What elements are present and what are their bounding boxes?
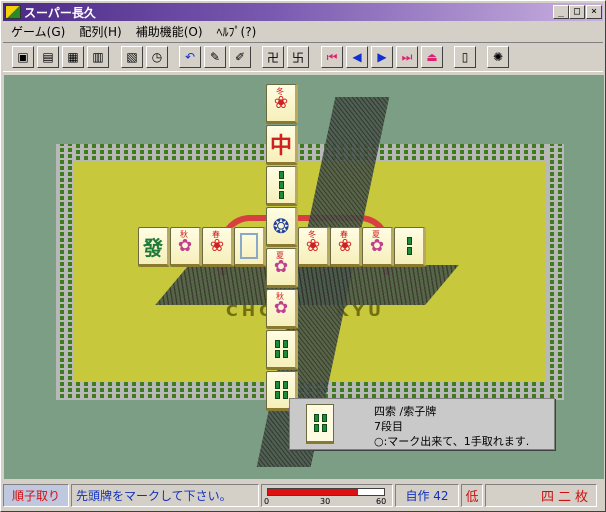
tooltip-tile-note: ○:マーク出来て、1手取れます. — [374, 435, 530, 448]
tooltip-tile-name: 四索 /索子牌 — [374, 405, 437, 418]
status-count: 自作 42 — [395, 484, 459, 507]
tile-label: 夏 — [372, 230, 380, 239]
status-bar: 順子取り 先頭牌をマークして下さい。 0 30 60 自作 42 低 四二枚 — [3, 482, 603, 509]
border-right — [546, 144, 564, 400]
close-button[interactable]: × — [586, 5, 602, 19]
last-icon[interactable]: ⏭ — [396, 46, 418, 68]
list-icon[interactable]: ▤ — [37, 46, 59, 68]
tile[interactable]: 春 ❀ — [330, 227, 362, 267]
hint-icon[interactable]: ✎ — [204, 46, 226, 68]
border-left — [56, 144, 74, 400]
tile[interactable]: 秋 ✿ — [266, 289, 298, 329]
tile-label: 夏 — [276, 251, 284, 260]
tiles-icon[interactable]: ▦ — [62, 46, 84, 68]
app-icon[interactable] — [5, 5, 21, 19]
status-mode[interactable]: 順子取り — [3, 484, 69, 507]
window-title: スーパー長久 — [24, 5, 96, 20]
arrange-icon[interactable]: 卍 — [262, 46, 284, 68]
tile[interactable]: 春 ❀ — [202, 227, 234, 267]
gauge-fill — [268, 489, 359, 495]
menu-bar: ゲーム(G) 配列(H) 補助機能(O) ﾍﾙﾌﾟ(?) — [3, 22, 603, 40]
bamboo-icon — [406, 237, 412, 255]
tile[interactable]: 發 — [138, 227, 170, 267]
menu-help[interactable]: ﾍﾙﾌﾟ(?) — [209, 23, 263, 40]
tile-label: 冬 — [276, 87, 284, 96]
bamboo-icon — [278, 171, 284, 199]
tile[interactable]: 中 — [266, 125, 298, 165]
first-icon[interactable]: ⏮ — [321, 46, 343, 68]
title-bar[interactable]: スーパー長久 _ □ × — [3, 3, 603, 21]
white-dragon-icon — [240, 233, 258, 259]
note-icon[interactable]: ▧ — [121, 46, 143, 68]
tile-label: 秋 — [180, 230, 188, 239]
maximize-button[interactable]: □ — [569, 5, 585, 19]
tooltip-tile-level: 7段目 — [374, 420, 403, 433]
status-gauge: 0 30 60 — [261, 484, 393, 507]
arrange-alt-icon[interactable]: 卐 — [287, 46, 309, 68]
gauge-tick: 0 — [264, 497, 270, 506]
prev-icon[interactable]: ◀ — [346, 46, 368, 68]
tile-label: 秋 — [276, 292, 284, 301]
menu-assist[interactable]: 補助機能(O) — [128, 23, 209, 40]
next-icon[interactable]: ▶ — [371, 46, 393, 68]
tile[interactable]: 夏 ✿ — [362, 227, 394, 267]
toolbar: ▣ ▤ ▦ ▥ ▧ ◷ ↶ ✎ ✐ 卍 卐 ⏮ ◀ ▶ ⏭ ⏏ ▯ ✺ — [3, 42, 603, 72]
tile-label: 冬 — [308, 230, 316, 239]
bird-icon: ❂ — [272, 214, 290, 238]
gauge-tick: 30 — [320, 497, 331, 506]
menu-game[interactable]: ゲーム(G) — [3, 23, 71, 40]
tile-tooltip: 四索 /索子牌 7段目 ○:マーク出来て、1手取れます. — [289, 398, 555, 450]
app-window: スーパー長久 _ □ × ゲーム(G) 配列(H) 補助機能(O) ﾍﾙﾌﾟ(?… — [0, 0, 606, 512]
tile-label: 春 — [212, 230, 220, 239]
tile[interactable]: 冬 ❀ — [298, 227, 330, 267]
gauge-bar — [267, 488, 385, 496]
tile-label: 發 — [143, 235, 163, 260]
eject-icon[interactable]: ⏏ — [421, 46, 443, 68]
tile[interactable] — [266, 330, 298, 370]
gauge-tick: 60 — [376, 497, 387, 506]
game-board[interactable]: CHO KYU 冬❀ 中 ❂ 夏✿ 秋✿ 發 秋✿ 春❀ 冬❀ 春❀ 夏✿ ➚ … — [4, 75, 604, 479]
clock-icon[interactable]: ◷ — [146, 46, 168, 68]
bulb-icon[interactable]: ✺ — [487, 46, 509, 68]
tile[interactable]: 秋 ✿ — [170, 227, 202, 267]
status-remaining: 四二枚 — [485, 484, 597, 507]
minimize-button[interactable]: _ — [553, 5, 569, 19]
tile[interactable]: 冬 ❀ — [266, 84, 298, 124]
card-icon[interactable]: ▣ — [12, 46, 34, 68]
wand-icon[interactable]: ✐ — [229, 46, 251, 68]
border-top — [56, 144, 564, 162]
tooltip-tile-icon — [306, 404, 334, 444]
status-message: 先頭牌をマークして下さい。 — [71, 484, 259, 507]
tile[interactable] — [394, 227, 426, 267]
tile-label: 春 — [340, 230, 348, 239]
tile[interactable] — [234, 227, 266, 267]
menu-layout[interactable]: 配列(H) — [71, 23, 127, 40]
tile-label: 中 — [269, 134, 292, 159]
tile[interactable] — [266, 166, 298, 206]
tiles-gray-icon[interactable]: ▥ — [87, 46, 109, 68]
tile-shadow-horizontal — [155, 265, 459, 305]
tile[interactable]: ❂ — [266, 207, 298, 247]
bamboo-icon — [274, 340, 288, 358]
trash-icon[interactable]: ▯ — [454, 46, 476, 68]
status-level: 低 — [461, 484, 483, 507]
undo-icon[interactable]: ↶ — [179, 46, 201, 68]
tile[interactable]: 夏 ✿ — [266, 248, 298, 288]
